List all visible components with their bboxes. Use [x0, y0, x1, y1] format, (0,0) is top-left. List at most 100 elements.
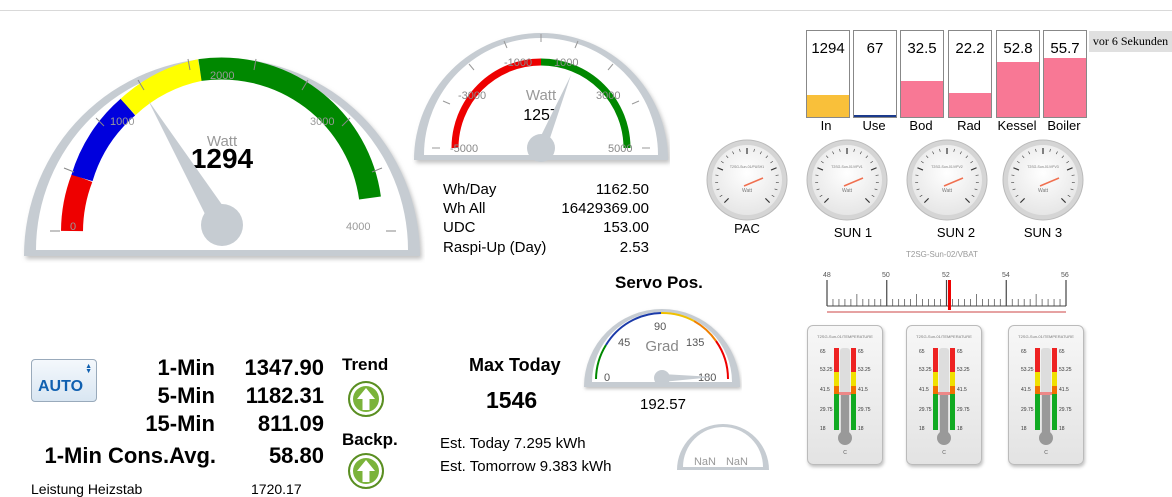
stat-row: Wh/Day 1162.50 — [443, 181, 649, 198]
small-gauge-tick: 1000 — [554, 57, 578, 69]
mini-gauge-face-text: T2SG-Sun-01/VPV3 — [1027, 165, 1059, 169]
main-gauge-tick: 4000 — [346, 221, 370, 233]
arrow-up-icon — [350, 455, 382, 487]
thermo-tick: 41.5 — [1059, 387, 1069, 393]
thermo-unit: C — [1044, 450, 1048, 456]
main-gauge-tick: 1000 — [110, 116, 134, 128]
bar-fill — [901, 81, 943, 117]
thermo-tick: 53.25 — [858, 367, 871, 373]
mini-gauge-face-text: T2SG-Sun-01/VPV2 — [931, 165, 963, 169]
main-gauge-tick: 3000 — [310, 116, 334, 128]
stat-label: Wh All — [443, 200, 486, 217]
thermo-tick: 29.75 — [1059, 407, 1072, 413]
thermo-title: T2SG-Sun-01/TEMPERATURE — [817, 334, 873, 339]
servo-tick: 45 — [618, 337, 630, 349]
metric-label: 1-Min — [100, 355, 215, 381]
mini-gauge-unit: Watt — [842, 188, 853, 194]
backp-up-button[interactable] — [348, 453, 384, 489]
mini-gauge: T2SG-Sun-01/PUSH1 Watt — [707, 140, 787, 220]
thermo-tick: 41.5 — [858, 387, 868, 393]
mini-gauge-unit: Watt — [742, 188, 753, 194]
thermo-tick: 29.75 — [858, 407, 871, 413]
nan-gauge: NaN NaN — [675, 420, 771, 472]
stat-row: Wh All 16429369.00 — [443, 200, 649, 217]
thermometer-widget: T2SG-Sun-01/TEMPERATURE 656553.2553.2541… — [906, 325, 982, 465]
thermo-tick: 29.75 — [919, 407, 932, 413]
update-timestamp: vor 6 Sekunden — [1089, 31, 1172, 52]
bar-rad: 22.2 — [948, 30, 992, 118]
auto-mode-select[interactable]: AUTO ▲▼ — [31, 359, 97, 402]
secondary-power-gauge: -5000 -3000 -1000 1000 3000 5000 Watt 12… — [412, 18, 670, 168]
servo-gauge: 0 45 90 135 180 Grad — [582, 293, 742, 393]
thermo-tick: 65 — [1021, 349, 1027, 355]
bar-label: Boiler — [1039, 118, 1089, 133]
stat-value: 16429369.00 — [561, 200, 649, 217]
trend-up-button[interactable] — [348, 381, 384, 417]
mini-gauge-unit: Watt — [942, 188, 953, 194]
thermo-tick: 29.75 — [957, 407, 970, 413]
bar-fill — [854, 115, 896, 117]
thermo-tick: 18 — [820, 426, 826, 432]
metric-label: 1-Min Cons.Avg. — [20, 443, 216, 469]
bar-value: 55.7 — [1044, 40, 1086, 57]
main-power-gauge: 0 1000 2000 3000 4000 Watt 1294 — [20, 18, 425, 263]
scale-tick-label: 50 — [882, 272, 890, 279]
small-gauge-unit: Watt — [526, 87, 557, 104]
stat-row: UDC 153.00 — [443, 219, 649, 236]
servo-title: Servo Pos. — [615, 273, 703, 293]
bar-fill — [997, 62, 1039, 117]
thermo-tick: 41.5 — [957, 387, 967, 393]
bar-value: 32.5 — [901, 40, 943, 57]
mini-gauge-label: SUN 2 — [916, 225, 996, 240]
thermo-tick: 65 — [957, 349, 963, 355]
auto-mode-label: AUTO — [38, 378, 83, 396]
thermo-tick: 18 — [919, 426, 925, 432]
main-gauge-tick: 0 — [70, 221, 76, 233]
scale-marker — [948, 280, 951, 310]
mini-gauge-label: SUN 1 — [813, 225, 893, 240]
thermo-tick: 53.25 — [919, 367, 932, 373]
thermo-tick: 65 — [919, 349, 925, 355]
main-gauge-tick: 2000 — [210, 70, 234, 82]
small-gauge-tick: -3000 — [458, 90, 486, 102]
thermo-tick: 18 — [957, 426, 963, 432]
small-gauge-tick: -5000 — [450, 143, 478, 155]
mini-gauge: T2SG-Sun-01/VPV1 Watt — [807, 140, 887, 220]
small-gauge-tick: -1000 — [504, 57, 532, 69]
thermo-tick: 29.75 — [1021, 407, 1034, 413]
metric-value: 1347.90 — [220, 355, 324, 381]
bar-in: 1294 — [806, 30, 850, 118]
scale-tick-label: 54 — [1002, 272, 1010, 279]
thermo-title: T2SG-Sun-01/TEMPERATURE — [916, 334, 972, 339]
stat-row: Raspi-Up (Day) 2.53 — [443, 239, 649, 256]
nan-gauge-left: NaN — [694, 456, 716, 468]
stat-value: 1162.50 — [596, 181, 649, 198]
bar-value: 22.2 — [949, 40, 991, 57]
mini-gauge-face-text: T2SG-Sun-01/PUSH1 — [730, 165, 764, 169]
thermo-tick: 18 — [1059, 426, 1065, 432]
thermo-unit: C — [942, 450, 946, 456]
battery-voltage-scale: 48 50 52 54 56 — [818, 268, 1076, 316]
bar-use: 67 — [853, 30, 897, 118]
stat-label: Wh/Day — [443, 181, 496, 198]
thermo-title: T2SG-Sun-01/TEMPERATURE — [1018, 334, 1074, 339]
trend-label: Trend — [342, 355, 388, 375]
metric-value: 58.80 — [220, 443, 324, 469]
mini-gauge-face-text: T2SG-Sun-01/VPV1 — [831, 165, 863, 169]
metric-label: 15-Min — [100, 411, 215, 437]
metric-value: 811.09 — [220, 411, 324, 437]
small-gauge-tick: 5000 — [608, 143, 632, 155]
mini-gauge: T2SG-Sun-01/VPV3Watt — [1003, 140, 1083, 220]
estimate-tomorrow: Est. Tomorrow 9.383 kWh — [440, 458, 611, 475]
bar-label: Use — [849, 118, 899, 133]
scale-tick-label: 48 — [823, 272, 831, 279]
top-divider — [0, 0, 1172, 11]
backp-label: Backp. — [342, 430, 398, 450]
thermo-tick: 41.5 — [919, 387, 929, 393]
mini-gauge-label: PAC — [707, 221, 787, 236]
main-gauge-value: 1294 — [191, 143, 254, 174]
bar-fill — [949, 93, 991, 117]
bar-bod: 32.5 — [900, 30, 944, 118]
thermo-unit: C — [843, 450, 847, 456]
bar-fill — [807, 95, 849, 117]
